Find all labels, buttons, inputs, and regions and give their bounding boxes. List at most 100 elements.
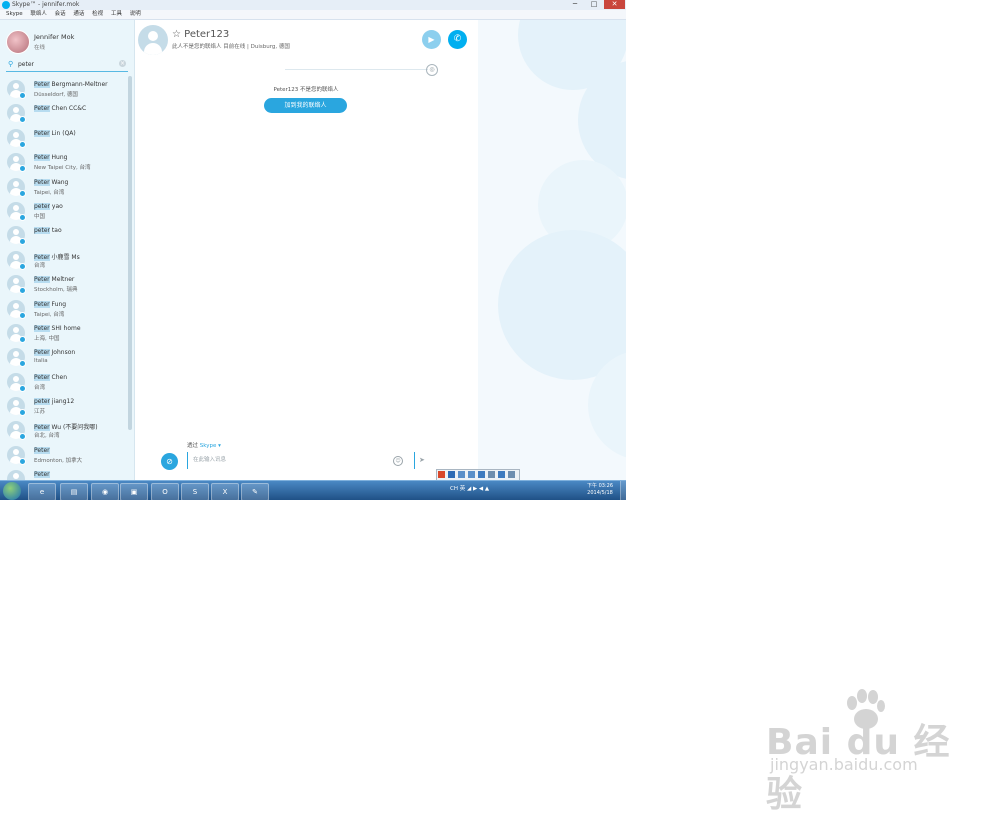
contact-name: Peter SHI home <box>34 324 81 332</box>
presence-icon <box>19 262 26 270</box>
menu-tools[interactable]: 工具 <box>111 10 122 19</box>
contact-item[interactable]: Peter Johnson Italia <box>0 344 128 368</box>
ime-shirt-icon[interactable] <box>498 471 505 478</box>
contact-name: Peter Chen <box>34 373 68 381</box>
paint-taskbar-icon[interactable]: ✎ <box>241 483 269 500</box>
system-tray[interactable]: CH 英 ◢ ▶ ◀ ▲ <box>450 484 489 492</box>
contact-location: 上海, 中国 <box>34 335 60 342</box>
contact-item[interactable]: Peter Wu (不要问我哪) 台北, 台湾 <box>0 417 128 441</box>
profile-name[interactable]: Jennifer Mok <box>34 33 74 41</box>
contact-item[interactable]: Peter Hung New Taipei City, 台湾 <box>0 149 128 173</box>
close-button[interactable]: ✕ <box>604 0 625 9</box>
contact-item[interactable]: Peter 小鹿雪 Ms 台湾 <box>0 247 128 271</box>
start-button[interactable] <box>3 482 21 500</box>
contact-item[interactable]: Peter Chen CC&C <box>0 100 128 124</box>
send-via-selector[interactable]: Skype ▾ <box>200 443 221 449</box>
ime-moon-icon[interactable] <box>458 471 465 478</box>
contact-item[interactable]: Peter <box>0 466 128 480</box>
profile-avatar[interactable] <box>6 30 30 54</box>
contact-name: peter yao <box>34 202 63 210</box>
contact-item[interactable]: Peter Wang Taipei, 台湾 <box>0 174 128 198</box>
search-input[interactable] <box>18 59 114 69</box>
skype-taskbar-icon[interactable]: S <box>181 483 209 500</box>
contact-location: 台北, 台湾 <box>34 433 60 440</box>
ime-punct-icon[interactable] <box>468 471 475 478</box>
contact-name-rest: Chen <box>49 373 68 381</box>
contact-location: Stockholm, 瑞典 <box>34 287 78 294</box>
menu-view[interactable]: 检视 <box>92 10 103 19</box>
favorite-star-icon[interactable]: ☆ <box>172 29 181 40</box>
search-match: Peter <box>34 300 50 308</box>
search-match: Peter <box>34 373 50 381</box>
contact-item[interactable]: peter jiang12 江苏 <box>0 393 128 417</box>
contact-name-header[interactable]: ☆ Peter123 <box>172 29 229 40</box>
attach-button[interactable]: ⊘ <box>161 453 178 470</box>
contact-item[interactable]: Peter Chen 台湾 <box>0 369 128 393</box>
search-match: Peter <box>34 105 50 113</box>
contact-name-rest: 小鹿雪 Ms <box>49 253 80 261</box>
ime-user-icon[interactable] <box>488 471 495 478</box>
menu-skype[interactable]: Skype <box>6 10 23 19</box>
search-match: Peter <box>34 446 50 454</box>
emoji-icon[interactable]: ☺ <box>393 456 403 466</box>
globe-icon: ◎ <box>426 64 438 76</box>
app-taskbar-icon[interactable]: ▣ <box>120 483 148 500</box>
ime-lang-icon[interactable] <box>448 471 455 478</box>
message-input[interactable] <box>193 455 383 465</box>
contact-item[interactable]: Peter Bergmann-Meltner Düsseldorf, 德国 <box>0 76 128 100</box>
contact-name: Peter Lin (QA) <box>34 129 76 137</box>
send-icon[interactable]: ➤ <box>419 456 425 464</box>
add-contact-button[interactable]: 加到我的联络人 <box>264 98 347 113</box>
clock[interactable]: 下午 03:26 2014/5/18 <box>580 483 620 497</box>
show-desktop-button[interactable] <box>620 481 626 500</box>
contact-name-rest: tao <box>50 227 62 235</box>
contact-item[interactable]: Peter Fung Taipei, 台湾 <box>0 296 128 320</box>
divider <box>285 69 428 70</box>
contact-item[interactable]: Peter Edmonton, 加拿大 <box>0 442 128 466</box>
send-via: 透过 Skype ▾ <box>187 441 221 449</box>
contact-location: Taipei, 台湾 <box>34 311 65 318</box>
contact-name-rest: Johnson <box>49 349 76 357</box>
search-match: Peter <box>34 471 50 479</box>
ie-taskbar-icon[interactable]: e <box>28 483 56 500</box>
presence-icon <box>19 165 26 173</box>
presence-icon <box>19 238 26 246</box>
clear-search-icon[interactable]: × <box>119 60 126 67</box>
maximize-button[interactable]: □ <box>585 0 603 9</box>
menu-contacts[interactable]: 联络人 <box>30 10 47 19</box>
clock-date: 2014/5/18 <box>587 490 613 496</box>
ime-tool-icon[interactable] <box>508 471 515 478</box>
contact-name: Peter Johnson <box>34 349 76 357</box>
contact-item[interactable]: Peter Meltner Stockholm, 瑞典 <box>0 271 128 295</box>
chrome-taskbar-icon[interactable]: ◉ <box>91 483 119 500</box>
menu-call[interactable]: 通话 <box>73 10 84 19</box>
ime-keyboard-icon[interactable] <box>478 471 485 478</box>
skype-logo-icon <box>2 1 10 9</box>
contact-location: Italia <box>34 358 48 365</box>
minimize-button[interactable]: ─ <box>566 0 584 9</box>
search-match: Peter <box>34 349 50 357</box>
menu-conversation[interactable]: 会话 <box>55 10 66 19</box>
video-call-button[interactable]: ▶ <box>422 30 441 49</box>
contact-item[interactable]: peter yao 中国 <box>0 198 128 222</box>
contact-name: Peter 小鹿雪 Ms <box>34 252 80 261</box>
baidu-watermark: Bai du 经验 jingyan.baidu.com <box>762 685 952 815</box>
contact-item[interactable]: Peter SHI home 上海, 中国 <box>0 320 128 344</box>
contact-location: Taipei, 台湾 <box>34 189 65 196</box>
outlook-taskbar-icon[interactable]: O <box>151 483 179 500</box>
presence-icon <box>19 335 26 343</box>
contact-item[interactable]: peter tao <box>0 222 128 246</box>
contact-location: 中国 <box>34 213 46 220</box>
excel-taskbar-icon[interactable]: X <box>211 483 239 500</box>
explorer-taskbar-icon[interactable]: ▤ <box>60 483 88 500</box>
contact-list-scrollbar[interactable] <box>128 76 132 430</box>
contact-item[interactable]: Peter Lin (QA) <box>0 125 128 149</box>
ime-logo-icon[interactable] <box>438 471 445 478</box>
contact-avatar[interactable] <box>138 25 168 55</box>
presence-icon <box>19 92 26 99</box>
contact-location: 江苏 <box>34 409 46 416</box>
conversation-pane: ☆ Peter123 此人不是您的联络人 目前在线 | Duisburg, 德国… <box>135 20 478 480</box>
voice-call-button[interactable]: ✆ <box>448 30 467 49</box>
menu-help[interactable]: 说明 <box>130 10 141 19</box>
profile-status[interactable]: 在线 <box>34 43 45 51</box>
